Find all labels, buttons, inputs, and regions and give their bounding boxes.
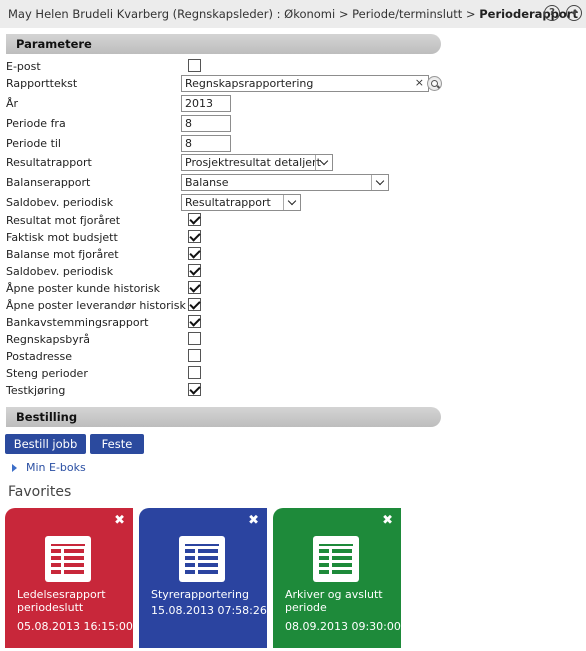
checkbox-label: Åpne poster leverandør historisk — [6, 299, 186, 312]
parametere-header[interactable]: Parametere — [6, 34, 441, 54]
favorite-tile[interactable]: ✖ Ledelsesrapport periodeslutt 05.08.2013 … — [5, 508, 133, 648]
bestilling-header[interactable]: Bestilling — [6, 407, 441, 427]
checkbox-label: Faktisk mot budsjett — [6, 231, 118, 244]
breadcrumb: May Helen Brudeli Kvarberg (Regnskapsled… — [0, 0, 586, 28]
row-periode-til: Periode til 8 — [6, 135, 446, 152]
resultatrapport-select[interactable]: Prosjektresultat detaljert — [181, 154, 333, 171]
close-icon[interactable]: ✖ — [248, 514, 259, 527]
pin-icon[interactable] — [566, 5, 582, 21]
row-saldobev-select: Saldobev. periodisk Resultatrapport — [6, 194, 446, 211]
row-periode-fra: Periode fra 8 — [6, 115, 446, 132]
chevron-down-icon — [371, 175, 388, 190]
periode-til-input[interactable]: 8 — [181, 135, 231, 152]
favorite-title: Ledelsesrapport periodeslutt — [17, 588, 106, 614]
row-rapporttekst: Rapporttekst Regnskapsrapportering × — [6, 75, 446, 92]
epost-checkbox[interactable] — [188, 59, 201, 72]
parametere-title: Parametere — [16, 37, 92, 51]
pin-button[interactable]: Feste — [90, 434, 144, 454]
rapporttekst-label: Rapporttekst — [6, 77, 78, 90]
row-resultatrapport: Resultatrapport Prosjektresultat detalje… — [6, 154, 446, 171]
saldobev-label: Saldobev. periodisk — [6, 196, 114, 209]
checkbox-label: Testkjøring — [6, 384, 66, 397]
favorite-title: Styrerapportering — [151, 588, 249, 601]
breadcrumb-okonomi[interactable]: Økonomi — [284, 7, 335, 21]
checkbox-label: Resultat mot fjoråret — [6, 214, 121, 227]
checkbox[interactable] — [188, 332, 201, 345]
favorite-title: Arkiver og avslutt periode — [285, 588, 383, 614]
checkbox-row: Postadresse — [6, 348, 446, 365]
checkbox-label: Saldobev. periodisk — [6, 265, 114, 278]
favorite-date: 08.09.2013 09:30:00 — [285, 620, 401, 633]
checkbox-row: Åpne poster leverandør historisk — [6, 297, 446, 314]
close-icon[interactable]: ✖ — [114, 514, 125, 527]
checkbox-row: Faktisk mot budsjett — [6, 229, 446, 246]
checkbox[interactable] — [188, 230, 201, 243]
row-aar: År 2013 — [6, 95, 446, 112]
breadcrumb-user: May Helen Brudeli Kvarberg (Regnskapsled… — [8, 7, 281, 21]
checkbox[interactable] — [188, 264, 201, 277]
checkbox[interactable] — [188, 298, 201, 311]
aar-label: År — [6, 97, 19, 110]
report-icon — [45, 536, 91, 582]
breadcrumb-periode[interactable]: Periode/terminslutt — [352, 7, 462, 21]
checkbox[interactable] — [188, 383, 201, 396]
checkbox-row: Bankavstemmingsrapport — [6, 314, 446, 331]
balanserapport-select[interactable]: Balanse — [181, 174, 389, 191]
report-icon — [313, 536, 359, 582]
aar-input[interactable]: 2013 — [181, 95, 231, 112]
favorites-title: Favorites — [8, 484, 72, 500]
checkbox-label: Regnskapsbyrå — [6, 333, 90, 346]
ebox-link[interactable]: Min E-boks — [12, 461, 86, 474]
checkbox-row: Resultat mot fjoråret — [6, 212, 446, 229]
checkbox[interactable] — [188, 281, 201, 294]
balanserapport-label: Balanserapport — [6, 176, 91, 189]
help-icon[interactable]: ? — [544, 5, 560, 21]
row-epost: E-post — [6, 58, 446, 75]
favorite-date: 15.08.2013 07:58:26 — [151, 604, 267, 617]
checkbox[interactable] — [188, 315, 201, 328]
row-balanserapport: Balanserapport Balanse — [6, 174, 446, 191]
periode-fra-input[interactable]: 8 — [181, 115, 231, 132]
periode-til-label: Periode til — [6, 137, 61, 150]
breadcrumb-separator: > — [338, 7, 349, 21]
triangle-right-icon — [12, 463, 17, 472]
chevron-down-icon — [315, 155, 332, 170]
checkbox-row: Steng perioder — [6, 365, 446, 382]
rapporttekst-input[interactable]: Regnskapsrapportering × — [181, 75, 429, 92]
breadcrumb-separator: > — [465, 7, 476, 21]
saldobev-select[interactable]: Resultatrapport — [181, 194, 301, 211]
checkbox-label: Postadresse — [6, 350, 73, 363]
resultatrapport-label: Resultatrapport — [6, 156, 92, 169]
checkbox-row: Åpne poster kunde historisk — [6, 280, 446, 297]
chevron-down-icon — [283, 195, 300, 210]
checkbox-row: Saldobev. periodisk — [6, 263, 446, 280]
checkbox-label: Bankavstemmingsrapport — [6, 316, 149, 329]
checkbox-row: Testkjøring — [6, 382, 446, 399]
checkbox[interactable] — [188, 349, 201, 362]
close-icon[interactable]: ✖ — [382, 514, 393, 527]
checkbox[interactable] — [188, 366, 201, 379]
checkbox[interactable] — [188, 247, 201, 260]
clear-icon[interactable]: × — [415, 76, 424, 89]
favorite-tile[interactable]: ✖ Arkiver og avslutt periode 08.09.2013 09… — [273, 508, 401, 648]
checkbox-row: Balanse mot fjoråret — [6, 246, 446, 263]
checkbox-label: Balanse mot fjoråret — [6, 248, 119, 261]
checkbox-label: Åpne poster kunde historisk — [6, 282, 160, 295]
checkbox-label: Steng perioder — [6, 367, 88, 380]
epost-label: E-post — [6, 60, 41, 73]
order-job-button[interactable]: Bestill jobb — [5, 434, 86, 454]
bestilling-title: Bestilling — [16, 410, 78, 424]
search-icon[interactable] — [427, 76, 442, 91]
favorite-tile[interactable]: ✖ Styrerapportering 15.08.2013 07:58:26 — [139, 508, 267, 648]
report-icon — [179, 536, 225, 582]
checkbox-row: Regnskapsbyrå — [6, 331, 446, 348]
checkbox[interactable] — [188, 213, 201, 226]
favorite-date: 05.08.2013 16:15:00 — [17, 620, 133, 633]
periode-fra-label: Periode fra — [6, 117, 66, 130]
